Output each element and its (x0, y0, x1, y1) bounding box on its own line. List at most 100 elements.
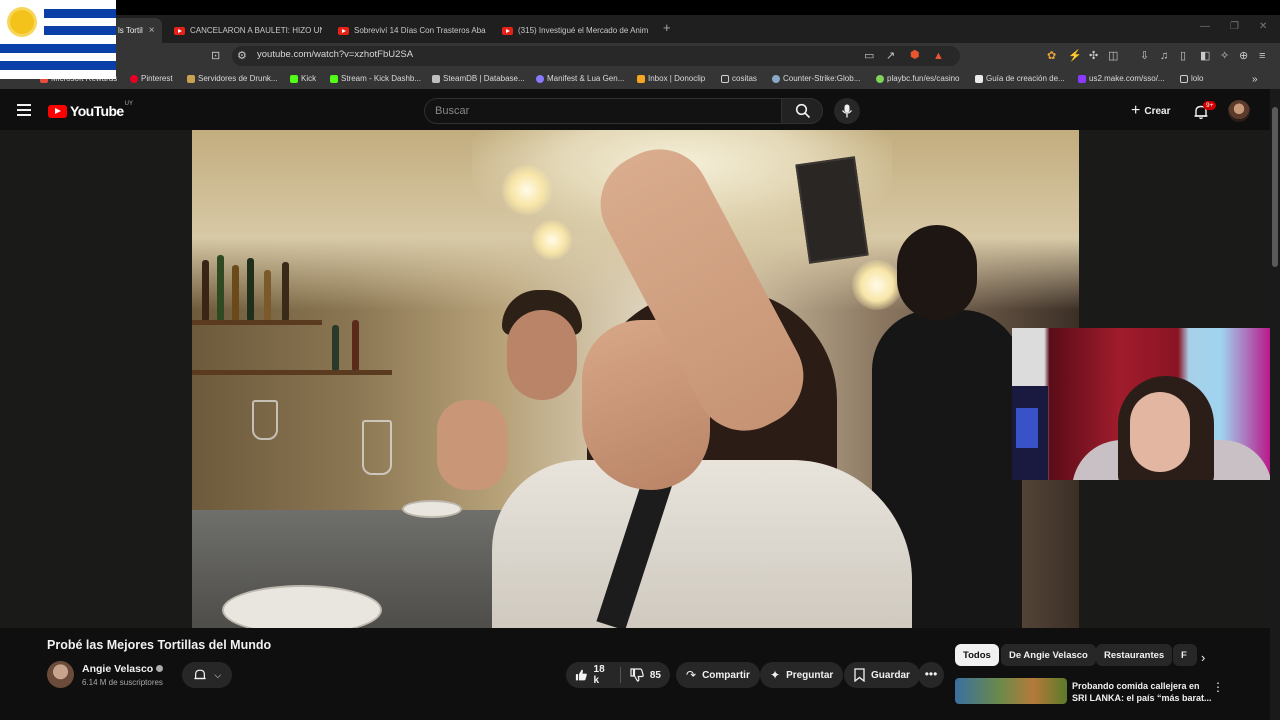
bookmark-item[interactable]: Pinterest (130, 74, 173, 83)
tab-label: ls Tortil (118, 26, 143, 35)
tab-label: (315) Investigué el Mercado de Anim (518, 26, 649, 35)
save-button[interactable]: Guardar (844, 662, 920, 688)
translate-extension-icon[interactable]: ⚡ (1068, 50, 1082, 62)
scene-bottle (217, 255, 224, 320)
menu-kebab-icon[interactable]: ≡ (1259, 50, 1265, 62)
rewards-icon[interactable]: ▲ (933, 50, 944, 62)
chip-channel[interactable]: De Angie Velasco (1001, 644, 1096, 666)
sidebar-icon[interactable]: ▯ (1180, 50, 1186, 62)
scene-bottle (247, 258, 254, 320)
video-frame[interactable] (192, 130, 1079, 628)
recommended-video-thumbnail[interactable] (955, 678, 1067, 704)
bookmark-star-icon[interactable]: ⊡ (211, 50, 220, 62)
folder-icon (721, 74, 729, 83)
like-count: 18 k (593, 664, 605, 686)
screenshot-extension-icon[interactable]: ◫ (1108, 50, 1118, 62)
country-code: UY (124, 101, 133, 107)
bookmarks-overflow-button[interactable]: » (1252, 74, 1258, 85)
share-button[interactable]: ↷ Compartir (676, 662, 760, 688)
save-bookmark-icon (854, 668, 865, 682)
download-icon[interactable]: ⇩ (1140, 50, 1149, 62)
tab-cancelaron[interactable]: CANCELARON A BAULETI: HIZO UN (168, 18, 328, 43)
tab-active[interactable]: ls Tortil × (112, 18, 162, 43)
uruguay-flag-overlay (0, 0, 116, 79)
bookmark-item[interactable]: Manifest & Lua Gen... (536, 74, 624, 83)
youtube-wordmark: YouTube (70, 103, 124, 119)
vpn-icon[interactable]: ⊕ (1239, 50, 1248, 62)
scene-bottle (352, 320, 359, 370)
scrollbar-thumb[interactable] (1272, 107, 1278, 267)
bookmark-item[interactable]: Guía de creación de... (975, 74, 1065, 83)
recommended-video-title[interactable]: Probando comida callejera en SRI LANKA: … (1072, 680, 1212, 704)
youtube-favicon-icon (174, 26, 185, 35)
search-placeholder: Buscar (435, 105, 470, 117)
maximize-button[interactable]: ❐ (1230, 21, 1239, 32)
recommended-more-icon[interactable]: ⋮ (1212, 680, 1224, 694)
more-actions-button[interactable]: ••• (918, 662, 944, 688)
subscribed-button[interactable]: ⌵ (182, 662, 232, 688)
bookmark-item[interactable]: Servidores de Drunk... (187, 74, 278, 83)
puzzle-extension-icon[interactable]: ✣ (1089, 50, 1098, 62)
dislike-count: 85 (649, 669, 661, 681)
scene-bottle (232, 265, 239, 320)
leo-ai-icon[interactable]: ✧ (1220, 50, 1229, 62)
voice-search-button[interactable] (834, 98, 860, 124)
scene-glass (362, 420, 392, 475)
sparkle-icon: ✦ (770, 668, 781, 682)
youtube-logo[interactable]: YouTube UY (48, 101, 133, 119)
flag-stripe (0, 61, 116, 70)
chip-todos[interactable]: Todos (955, 644, 999, 666)
dislike-button[interactable]: 85 (621, 662, 670, 688)
bookmark-folder[interactable]: cositas (721, 74, 757, 83)
ask-button[interactable]: ✦ Preguntar (760, 662, 844, 688)
drunk-server-icon (187, 74, 195, 83)
search-input[interactable]: Buscar (424, 98, 782, 124)
channel-avatar[interactable] (47, 661, 74, 688)
scene-shelf (192, 320, 322, 325)
minimize-button[interactable]: — (1200, 21, 1210, 32)
cast-icon[interactable]: ▭ (864, 50, 874, 62)
new-tab-button[interactable]: + (663, 20, 671, 35)
hamburger-menu-icon[interactable] (17, 104, 31, 119)
bookmark-item[interactable]: Kick (290, 74, 316, 83)
scene-person-face (507, 310, 577, 400)
channel-name[interactable]: Angie Velasco (82, 663, 164, 675)
scene-lamp (532, 220, 572, 260)
scene-shelf (192, 370, 392, 375)
chips-next-chevron-icon[interactable]: › (1201, 650, 1205, 665)
chip-truncated[interactable]: F (1173, 644, 1197, 666)
search-button[interactable] (781, 98, 823, 124)
scene-bottle (264, 270, 271, 320)
tab-close-icon[interactable]: × (149, 25, 155, 36)
close-window-button[interactable]: ✕ (1259, 21, 1267, 32)
bookmark-folder[interactable]: lolo (1180, 74, 1203, 83)
bookmark-item[interactable]: Counter-Strike:Glob... (772, 74, 860, 83)
scene-lamp (852, 260, 902, 310)
scene-hand (437, 400, 507, 490)
tab-sobrevivi[interactable]: Sobreviví 14 Días Con Trasteros Aban (332, 18, 492, 43)
address-bar-row (0, 43, 1280, 69)
site-info-icon[interactable]: ⚙ (237, 50, 247, 62)
page-scrollbar[interactable] (1270, 89, 1280, 720)
bookmark-item[interactable]: Stream - Kick Dashb... (330, 74, 421, 83)
bookmark-item[interactable]: SteamDB | Database... (432, 74, 525, 83)
tab-investigue[interactable]: (315) Investigué el Mercado de Anim (496, 18, 656, 43)
url-text[interactable]: youtube.com/watch?v=xzhotFbU2SA (257, 49, 413, 60)
bookmark-item[interactable]: Inbox | Donoclip (637, 74, 705, 83)
like-button[interactable]: 18 k (566, 662, 620, 688)
steamdb-icon (432, 74, 440, 83)
wallet-icon[interactable]: ◧ (1200, 50, 1210, 62)
create-button[interactable]: + Crear (1123, 100, 1178, 122)
share-page-icon[interactable]: ↗ (886, 50, 895, 62)
extension-icon[interactable]: ✿ (1047, 50, 1056, 62)
brave-shield-icon[interactable]: ⬢ (910, 49, 920, 61)
save-label: Guardar (871, 669, 910, 681)
bookmark-item[interactable]: us2.make.com/sso/... (1078, 74, 1165, 83)
bookmark-item[interactable]: playbc.fun/es/casino (876, 74, 960, 83)
account-avatar[interactable] (1228, 100, 1250, 122)
media-icon[interactable]: ♫ (1160, 50, 1168, 62)
browser-tab-bar: ls Tortil × CANCELARON A BAULETI: HIZO U… (0, 15, 1280, 43)
chip-restaurantes[interactable]: Restaurantes (1096, 644, 1173, 666)
flag-stripe (0, 44, 116, 53)
like-dislike-group: 18 k 85 (566, 662, 670, 688)
